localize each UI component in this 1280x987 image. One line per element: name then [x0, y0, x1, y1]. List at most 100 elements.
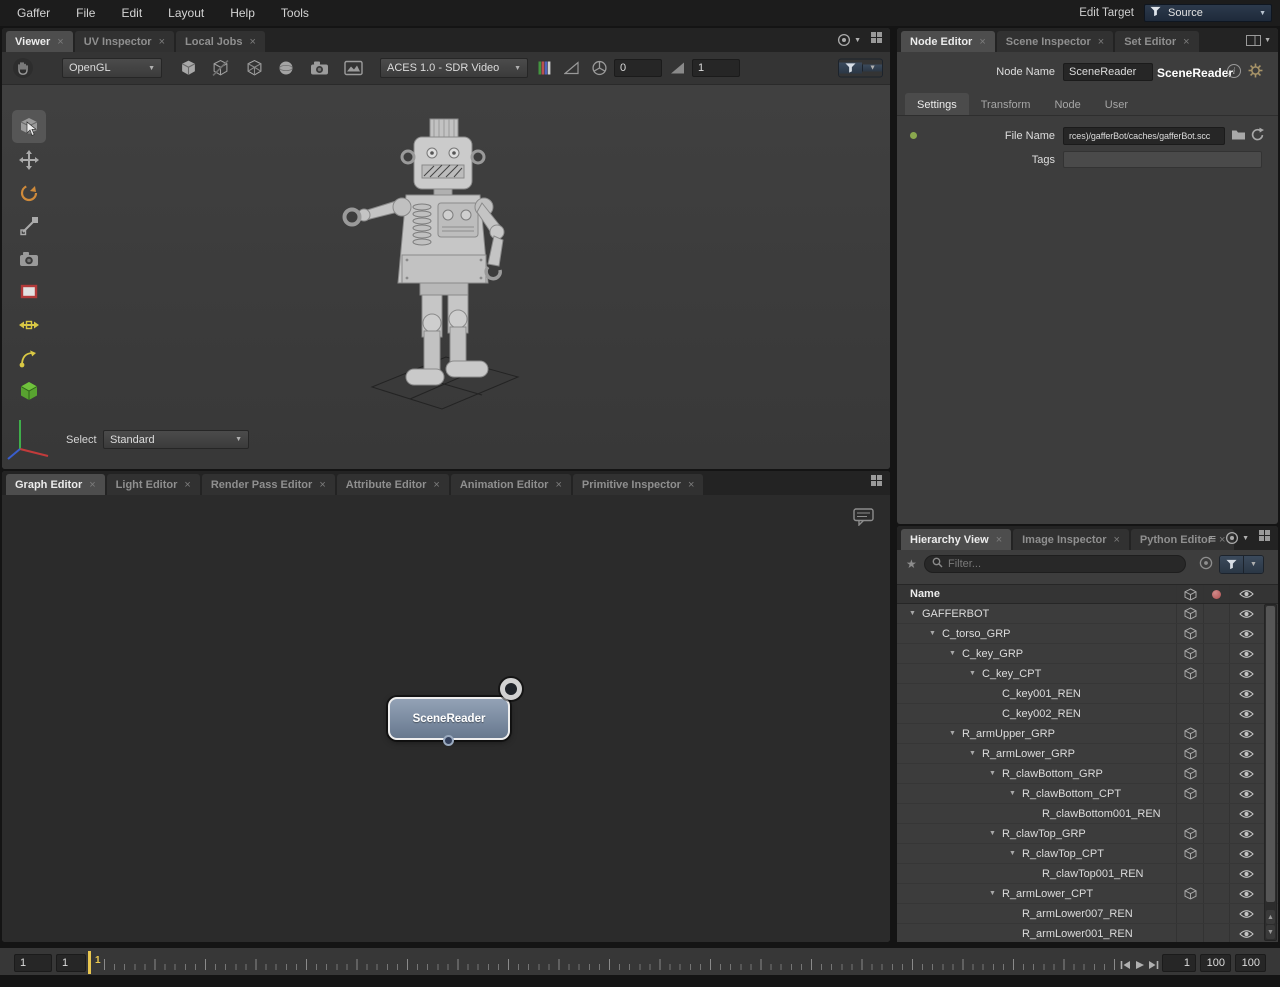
tab-close-icon[interactable]: ×	[159, 36, 165, 48]
translate-light-tool[interactable]	[12, 308, 46, 341]
exclusions-column-header[interactable]	[1203, 585, 1229, 603]
exposure-field[interactable]	[614, 59, 662, 77]
visibility-cell[interactable]	[1229, 644, 1263, 663]
current-frame-field[interactable]	[56, 954, 86, 972]
s​ets-cell[interactable]	[1176, 704, 1203, 723]
hierarchy-row-r-armlower007-ren[interactable]: R_armLower007_REN	[897, 904, 1278, 924]
skip-to-end-button[interactable]	[1148, 957, 1159, 975]
exclusions-cell[interactable]	[1203, 844, 1229, 863]
menu-file[interactable]: File	[63, 0, 108, 26]
viewer-tab-local-jobs[interactable]: Local Jobs×	[176, 31, 265, 52]
renderer-dropdown[interactable]: OpenGL ▼	[62, 58, 162, 78]
menu-gaffer[interactable]: Gaffer	[4, 0, 63, 26]
compare-mode-button[interactable]: ▼	[837, 33, 861, 47]
image-view-icon[interactable]	[344, 61, 363, 76]
exclusions-cell[interactable]	[1203, 824, 1229, 843]
select-tool[interactable]	[12, 110, 46, 143]
selection-sync-icon[interactable]	[1199, 556, 1213, 575]
filter-input[interactable]	[948, 558, 1178, 570]
exclusions-cell[interactable]	[1203, 864, 1229, 883]
layout-menu-icon[interactable]	[870, 474, 883, 492]
tab-close-icon[interactable]: ×	[319, 479, 325, 491]
expander-icon[interactable]: ▼	[989, 770, 1002, 777]
hierarchy-row-r-armupper-grp[interactable]: ▼R_armUpper_GRP	[897, 724, 1278, 744]
s​ets-cell[interactable]	[1176, 824, 1203, 843]
channels-icon[interactable]	[538, 61, 551, 76]
shading-solid-icon[interactable]	[180, 60, 197, 77]
s​ets-cell[interactable]	[1176, 724, 1203, 743]
menu-help[interactable]: Help	[217, 0, 268, 26]
expander-icon[interactable]: ▼	[949, 650, 962, 657]
display-transform-dropdown[interactable]: ACES 1.0 - SDR Video ▼	[380, 58, 528, 78]
hierarchy-filter-button[interactable]: ▼	[1219, 555, 1264, 574]
exclusions-cell[interactable]	[1203, 784, 1229, 803]
s​ets-cell[interactable]	[1176, 744, 1203, 763]
hierarchy-row-gafferbot[interactable]: ▼GAFFERBOT	[897, 604, 1278, 624]
expander-icon[interactable]: ▼	[969, 750, 982, 757]
expander-icon[interactable]: ▼	[1009, 850, 1022, 857]
gamma-field[interactable]	[692, 59, 740, 77]
expander-icon[interactable]: ▼	[1009, 790, 1022, 797]
s​ets-cell[interactable]	[1176, 764, 1203, 783]
tab-close-icon[interactable]: ×	[979, 36, 985, 48]
s​ets-cell[interactable]	[1176, 884, 1203, 903]
expander-icon[interactable]: ▼	[929, 630, 942, 637]
expander-icon[interactable]: ▼	[909, 610, 922, 617]
scroll-up-button[interactable]: ▲	[1266, 910, 1275, 924]
graph-tab-graph-editor[interactable]: Graph Editor×	[6, 474, 105, 495]
tab-close-icon[interactable]: ×	[184, 479, 190, 491]
scenereader-node[interactable]: SceneReader	[388, 697, 510, 740]
timeline-ruler[interactable]	[104, 951, 1116, 972]
gamma-icon[interactable]	[670, 62, 685, 75]
shading-points-icon[interactable]	[278, 60, 294, 76]
expander-icon[interactable]: ▼	[989, 890, 1002, 897]
exclusions-cell[interactable]	[1203, 744, 1229, 763]
hierarchy-row-r-armlower-grp[interactable]: ▼R_armLower_GRP	[897, 744, 1278, 764]
translate-tool[interactable]	[12, 143, 46, 176]
annotations-icon[interactable]	[853, 507, 874, 531]
camera-settings-icon[interactable]	[310, 61, 329, 76]
star-icon[interactable]: ★	[906, 557, 917, 571]
range-start-field[interactable]	[14, 954, 52, 972]
section-tab-user[interactable]: User	[1093, 93, 1140, 116]
visibility-cell[interactable]	[1229, 784, 1263, 803]
graph-tab-light-editor[interactable]: Light Editor×	[107, 474, 200, 495]
hierarchy-row-c-key002-ren[interactable]: C_key002_REN	[897, 704, 1278, 724]
name-column-header[interactable]: Name	[897, 588, 1176, 600]
s​ets-cell[interactable]	[1176, 804, 1203, 823]
visibility-cell[interactable]	[1229, 924, 1263, 942]
graph-tab-attribute-editor[interactable]: Attribute Editor×	[337, 474, 449, 495]
menu-layout[interactable]: Layout	[155, 0, 217, 26]
menu-tools[interactable]: Tools	[268, 0, 322, 26]
visibility-cell[interactable]	[1229, 684, 1263, 703]
tab-close-icon[interactable]: ×	[1113, 534, 1119, 546]
viewer-tab-uv-inspector[interactable]: UV Inspector×	[75, 31, 174, 52]
hierarchy-row-r-armlower001-ren[interactable]: R_armLower001_REN	[897, 924, 1278, 942]
gear-icon[interactable]	[1248, 63, 1263, 83]
hierarchy-tab-hierarchy-view[interactable]: Hierarchy View×	[901, 529, 1011, 550]
expander-icon[interactable]: ▼	[949, 730, 962, 737]
exclusions-cell[interactable]	[1203, 904, 1229, 923]
visibility-cell[interactable]	[1229, 604, 1263, 623]
hierarchy-row-r-armlower-cpt[interactable]: ▼R_armLower_CPT	[897, 884, 1278, 904]
node-bottom-plug[interactable]	[443, 735, 454, 746]
edit-scope-tool[interactable]	[12, 374, 46, 407]
hierarchy-row-r-clawtop001-ren[interactable]: R_clawTop001_REN	[897, 864, 1278, 884]
visibility-column-header[interactable]	[1229, 585, 1263, 603]
filter-search-box[interactable]	[924, 555, 1186, 573]
exclusions-cell[interactable]	[1203, 664, 1229, 683]
menu-edit[interactable]: Edit	[108, 0, 155, 26]
tab-close-icon[interactable]: ×	[249, 36, 255, 48]
hierarchy-row-c-key-cpt[interactable]: ▼C_key_CPT	[897, 664, 1278, 684]
s​ets-cell[interactable]	[1176, 904, 1203, 923]
hierarchy-row-c-key-grp[interactable]: ▼C_key_GRP	[897, 644, 1278, 664]
layout-menu-icon[interactable]	[1258, 529, 1271, 547]
node-editor-tab-set-editor[interactable]: Set Editor×	[1115, 31, 1198, 52]
section-tab-transform[interactable]: Transform	[969, 93, 1043, 116]
hierarchy-row-c-key001-ren[interactable]: C_key001_REN	[897, 684, 1278, 704]
folder-browse-icon[interactable]	[1231, 128, 1246, 146]
layout-menu-icon[interactable]	[870, 31, 883, 49]
vertical-scrollbar[interactable]: ▲ ▼	[1264, 604, 1277, 941]
s​ets-cell[interactable]	[1176, 784, 1203, 803]
tab-close-icon[interactable]: ×	[555, 479, 561, 491]
